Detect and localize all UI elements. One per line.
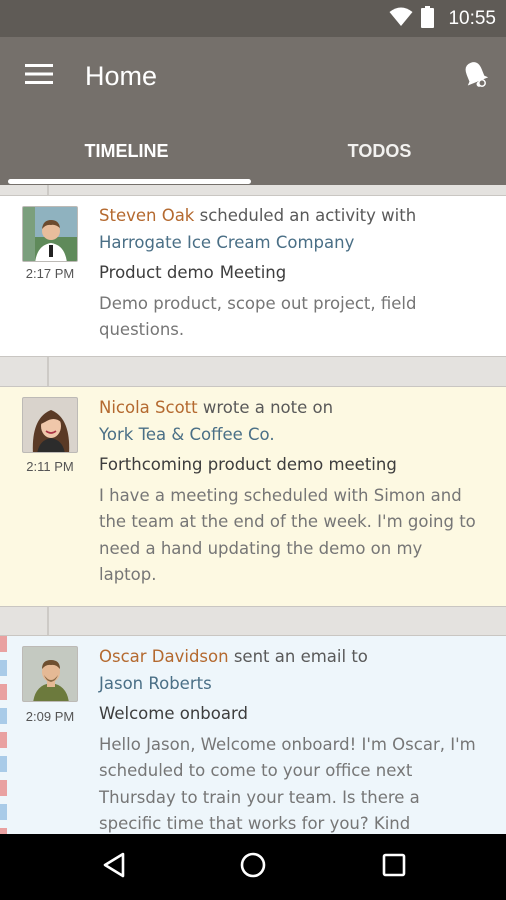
note-subject: Forthcoming product demo meeting <box>99 455 397 474</box>
activity-subject: Product demo Meeting <box>99 260 479 287</box>
email-headline: Oscar Davidson sent an email to <box>99 644 479 671</box>
target-link[interactable]: York Tea & Coffee Co. <box>99 422 479 449</box>
page-title: Home <box>85 61 158 91</box>
activity-type: Meeting <box>219 263 287 282</box>
user-link[interactable]: Nicola Scott <box>99 398 198 417</box>
recipient-link[interactable]: Jason Roberts <box>99 671 479 698</box>
recents-button[interactable] <box>378 851 410 883</box>
status-bar: 10:55 <box>0 0 506 37</box>
home-icon <box>239 851 267 883</box>
back-button[interactable] <box>98 851 130 883</box>
action-text: wrote a note on <box>197 398 334 417</box>
tab-timeline[interactable]: TIMELINE <box>0 129 253 185</box>
tab-timeline-label: TIMELINE <box>84 141 169 161</box>
home-button[interactable] <box>237 851 269 883</box>
timestamp: 2:11 PM <box>26 459 74 474</box>
activity-body: Steven Oak scheduled an activity with Ha… <box>99 203 479 344</box>
action-text: scheduled an activity with <box>194 206 417 225</box>
active-tab-indicator <box>8 179 251 184</box>
tab-bar: TIMELINE TODOS <box>0 129 506 185</box>
wifi-icon <box>389 7 413 31</box>
target-link[interactable]: Harrogate Ice Cream Company <box>99 230 479 257</box>
back-icon <box>102 852 126 882</box>
timestamp: 2:09 PM <box>25 709 75 724</box>
notifications-button[interactable] <box>454 55 496 97</box>
user-link[interactable]: Steven Oak <box>99 206 194 225</box>
email-subject: Welcome onboard <box>99 704 248 723</box>
recents-icon <box>382 853 406 881</box>
timeline-item-activity[interactable]: 2:17 PM Steven Oak scheduled an activity… <box>0 195 506 357</box>
activity-description: Demo product, scope out project, field q… <box>99 293 417 340</box>
timeline-item-note[interactable]: 2:11 PM Nicola Scott wrote a note on Yor… <box>0 386 506 607</box>
timeline-item-email[interactable]: 2:09 PM Oscar Davidson sent an email to … <box>0 635 506 834</box>
user-link[interactable]: Oscar Davidson <box>99 647 229 666</box>
subject-text: Product demo <box>99 263 214 282</box>
email-body: Oscar Davidson sent an email to Jason Ro… <box>99 644 479 834</box>
app-bar: Home TIMELINE TODOS <box>0 37 506 185</box>
email-preview: Hello Jason, Welcome onboard! I'm Oscar,… <box>99 734 476 834</box>
airmail-border <box>0 636 7 834</box>
system-navigation-bar <box>0 834 506 900</box>
note-text: I have a meeting scheduled with Simon an… <box>99 485 476 585</box>
avatar <box>22 646 78 702</box>
tab-todos-label: TODOS <box>347 141 412 161</box>
menu-icon <box>25 64 53 88</box>
action-text: sent an email to <box>228 647 368 666</box>
timestamp: 2:17 PM <box>25 266 75 281</box>
timeline-list[interactable]: 2:17 PM Steven Oak scheduled an activity… <box>0 185 506 834</box>
tab-todos[interactable]: TODOS <box>253 129 506 185</box>
menu-button[interactable] <box>20 59 58 93</box>
avatar <box>22 206 78 262</box>
note-body: Nicola Scott wrote a note on York Tea & … <box>99 395 479 589</box>
avatar <box>22 397 78 453</box>
battery-icon <box>421 6 435 32</box>
note-headline: Nicola Scott wrote a note on <box>99 395 479 422</box>
notification-bell-icon <box>462 60 489 92</box>
status-time: 10:55 <box>448 8 496 29</box>
activity-headline: Steven Oak scheduled an activity with <box>99 203 479 230</box>
